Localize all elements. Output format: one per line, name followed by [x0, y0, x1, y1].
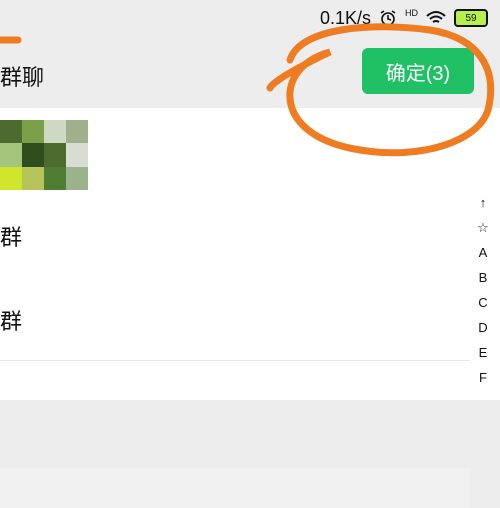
group-list: 群 群 [0, 108, 500, 508]
alarm-icon [379, 9, 397, 27]
index-c[interactable]: C [478, 290, 487, 315]
index-star[interactable]: ☆ [477, 215, 489, 240]
group-name: 群 [0, 309, 23, 334]
top-bar: 群聊 确定(3) [0, 36, 500, 108]
list-item[interactable]: 群 [0, 276, 470, 361]
battery-level: 59 [465, 12, 477, 24]
page-title: 群聊 [0, 65, 45, 90]
index-up[interactable]: ↑ [480, 190, 487, 215]
alpha-index[interactable]: ↑ ☆ A B C D E F [470, 190, 496, 390]
index-f[interactable]: F [479, 365, 487, 390]
network-speed: 0.1K/s [319, 7, 371, 28]
index-e[interactable]: E [479, 340, 488, 365]
confirm-button[interactable]: 确定(3) [362, 48, 474, 94]
status-bar: 0.1K/s HD 59 [0, 0, 500, 36]
list-item[interactable] [0, 108, 470, 193]
section-header [0, 468, 470, 508]
index-a[interactable]: A [479, 240, 488, 265]
group-avatar [0, 120, 88, 190]
wifi-icon [426, 10, 446, 26]
hd-icon: HD [405, 8, 418, 18]
index-b[interactable]: B [479, 265, 488, 290]
group-name: 群 [0, 225, 23, 250]
list-item[interactable]: 群 [0, 192, 470, 277]
battery-icon: 59 [454, 9, 488, 27]
index-d[interactable]: D [478, 315, 487, 340]
